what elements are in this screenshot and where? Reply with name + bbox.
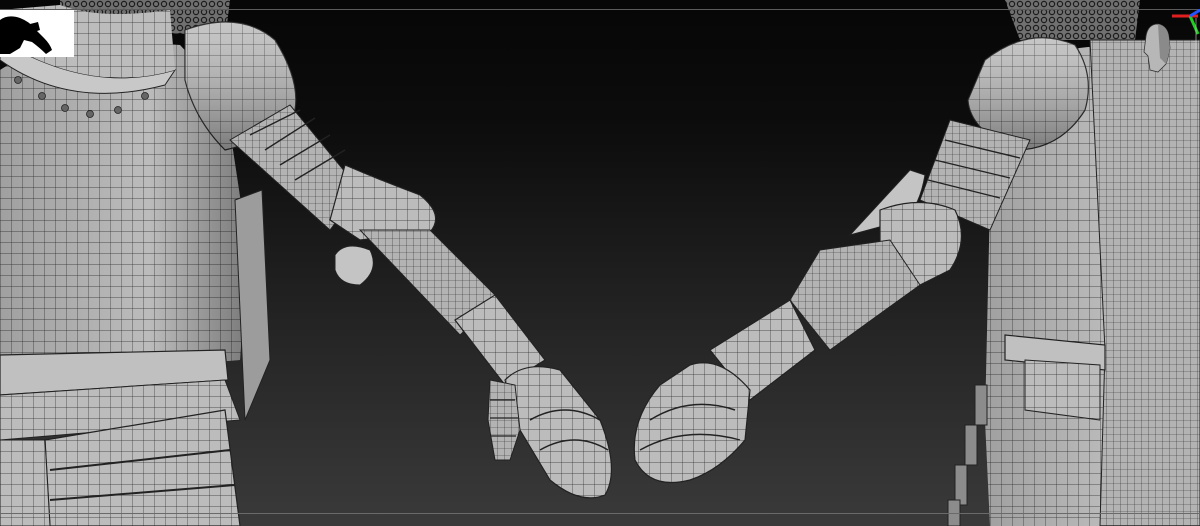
- head-icon: [1143, 23, 1171, 73]
- right-armor-figure[interactable]: [633, 0, 1200, 526]
- y-axis-line: [1188, 15, 1200, 35]
- silhouette-icon: [0, 16, 52, 54]
- axis-gizmo[interactable]: [1136, 8, 1200, 80]
- viewport-frame-bottom: [0, 513, 1200, 514]
- viewport-frame-top: [0, 9, 1200, 10]
- canvas-viewport[interactable]: [0, 0, 1200, 526]
- 3d-scene[interactable]: [0, 0, 1200, 526]
- left-armor-figure[interactable]: [0, 0, 613, 526]
- navigator-thumbnail[interactable]: [0, 10, 74, 57]
